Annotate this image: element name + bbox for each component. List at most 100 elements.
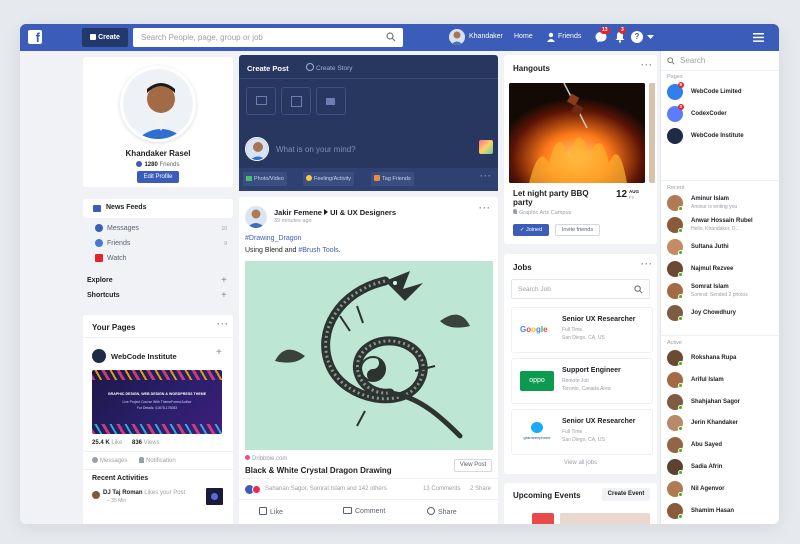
shares-count[interactable]: 2 Share: [470, 486, 491, 492]
help-icon[interactable]: ?: [631, 31, 643, 43]
page-messages-link[interactable]: Messages: [92, 457, 127, 464]
post-body-tag[interactable]: #Brush Tools.: [298, 247, 340, 254]
comments-count[interactable]: 13 Comments: [423, 486, 460, 492]
sidebar-page-item[interactable]: WebCode Institute: [667, 128, 777, 146]
edit-profile-button[interactable]: Edit Profile: [137, 171, 179, 183]
sidebar-item-friends[interactable]: Friends: [95, 239, 130, 247]
color-palette-icon[interactable]: [479, 140, 493, 154]
recent-activity-avatar[interactable]: [92, 491, 100, 499]
jobs-more-icon[interactable]: ···: [641, 259, 653, 269]
sidebar-item-messages[interactable]: Messages: [95, 224, 139, 232]
active-contact-item[interactable]: Sadia Afrin: [667, 459, 777, 477]
home-link[interactable]: Home: [514, 33, 533, 40]
friends-link[interactable]: Friends: [558, 33, 581, 40]
job-listing[interactable]: Google Senior UX Researcher Full Time Sa…: [511, 307, 653, 353]
search-icon[interactable]: [386, 32, 396, 42]
post-author-name[interactable]: Jakir Femene: [274, 208, 322, 217]
explore-add-icon[interactable]: +: [221, 275, 227, 286]
user-name-link[interactable]: Khandaker: [469, 33, 503, 40]
news-feeds-item[interactable]: News Feeds: [83, 199, 233, 218]
active-contact-item[interactable]: Rokshana Rupa: [667, 350, 777, 368]
invite-friends-button[interactable]: Invite friends: [555, 224, 600, 236]
post-hashtag[interactable]: #Drawing_Dragon: [245, 235, 301, 242]
create-story-tab[interactable]: Create Story: [306, 63, 353, 72]
comment-button[interactable]: Comment: [343, 507, 385, 515]
post-group-name[interactable]: UI & UX Designers: [330, 208, 396, 217]
active-contact-item[interactable]: Shamim Hasan: [667, 502, 777, 521]
link-title[interactable]: Black & White Crystal Dragon Drawing: [245, 466, 392, 475]
composer-avatar[interactable]: [245, 137, 269, 161]
event-image[interactable]: [509, 83, 645, 183]
active-contact-item[interactable]: Jerin Khandaker: [667, 415, 777, 433]
sidebar-page-item[interactable]: 3 CodexCoder: [667, 104, 777, 124]
event-title-line2[interactable]: party: [513, 198, 533, 207]
post-author-avatar[interactable]: [245, 206, 267, 228]
people-icon: [136, 161, 143, 167]
share-button[interactable]: Share: [427, 507, 457, 516]
composer-more-icon[interactable]: ···: [480, 171, 492, 181]
sidebar-search-input[interactable]: Search: [661, 51, 779, 71]
event-thumbnail[interactable]: [560, 513, 650, 524]
profile-avatar[interactable]: [120, 66, 196, 142]
job-search-icon[interactable]: [634, 285, 643, 294]
active-contact-item[interactable]: Ariful Islam: [667, 371, 777, 390]
facebook-logo-icon[interactable]: f: [28, 30, 42, 44]
recent-contact-item[interactable]: Anwar Hossain Rubel Hello, Khandaker, D..…: [667, 217, 777, 235]
shortcuts-section[interactable]: Shortcuts: [87, 292, 120, 299]
hamburger-menu-icon[interactable]: [753, 33, 764, 42]
recent-contact-item[interactable]: Joy Chowdhury: [667, 305, 777, 323]
more-options-icon[interactable]: ···: [217, 319, 229, 329]
sidebar-item-watch[interactable]: Watch: [95, 254, 127, 262]
post-composer-input[interactable]: What is on your mind?: [276, 145, 356, 154]
photo-video-button[interactable]: Photo/Video: [243, 172, 287, 186]
recent-activity-thumbnail[interactable]: [206, 488, 223, 505]
page-notifications-link[interactable]: Notification: [139, 457, 176, 464]
page-avatar[interactable]: [92, 349, 106, 363]
dropdown-caret-icon[interactable]: [647, 35, 654, 40]
photo-placeholder-icon[interactable]: [246, 87, 276, 115]
grid-placeholder-icon[interactable]: [281, 87, 311, 115]
page-name[interactable]: WebCode Institute: [111, 352, 177, 361]
shortcuts-add-icon[interactable]: +: [221, 290, 227, 301]
feeling-activity-button[interactable]: Feeling/Activity: [303, 172, 354, 186]
recent-contact-item[interactable]: Najmul Rezvee: [667, 261, 777, 279]
event-title-line1[interactable]: Let night party BBQ: [513, 189, 589, 198]
post-dragon-image[interactable]: [245, 261, 493, 450]
joined-button[interactable]: ✓ Joined: [513, 224, 549, 236]
view-post-button[interactable]: View Post: [454, 459, 492, 472]
comment-label: Comment: [355, 508, 386, 515]
link-source[interactable]: Dribbble.com: [245, 455, 287, 462]
create-event-button[interactable]: Create Event: [602, 488, 650, 501]
page-avatar[interactable]: [667, 128, 683, 144]
profile-name[interactable]: Khandaker Rasel: [83, 149, 233, 158]
recent-contact-item[interactable]: Sultana Juthi: [667, 239, 777, 257]
user-avatar[interactable]: [449, 29, 465, 45]
event-thumbnail[interactable]: [532, 513, 554, 524]
job-listing[interactable]: grameenphone Senior UX Researcher Full T…: [511, 409, 653, 455]
grameenphone-wordmark: grameenphone: [523, 435, 551, 440]
hangouts-more-icon[interactable]: ···: [641, 60, 653, 70]
job-search-input[interactable]: Search Job: [511, 279, 650, 299]
recent-contact-item[interactable]: Aminur Islam Aminur is writing you: [667, 195, 777, 213]
active-contact-item[interactable]: Abu Sayed: [667, 437, 777, 455]
create-event-label: Create Event: [607, 491, 645, 497]
like-button[interactable]: Like: [259, 507, 283, 516]
page-banner-image[interactable]: GRAPHIC DESIGN, WEB DESIGN & WORDPRESS T…: [92, 370, 222, 434]
video-placeholder-icon[interactable]: [316, 87, 346, 115]
active-contact-item[interactable]: Shahjahan Sagor: [667, 393, 777, 412]
page-add-icon[interactable]: +: [216, 347, 222, 358]
sidebar-page-item[interactable]: 8 WebCode Limited: [667, 82, 777, 102]
view-all-jobs-link[interactable]: View all jobs: [504, 460, 657, 466]
explore-section[interactable]: Explore: [87, 277, 113, 284]
recent-activity-item[interactable]: DJ Taj Roman Likes your Post: [103, 490, 185, 496]
post-timestamp[interactable]: 39 minutes ago: [274, 218, 312, 224]
create-button[interactable]: Create: [82, 28, 128, 47]
job-listing[interactable]: oppo Support Engineer Remote Job Toronto…: [511, 358, 653, 404]
post-more-options-icon[interactable]: ···: [479, 203, 491, 213]
tab-create-post[interactable]: Create Post: [247, 64, 289, 73]
active-contact-item[interactable]: Nil Agenvor: [667, 480, 777, 499]
reactions-summary[interactable]: Sahanan Sagor, Somrat Islam and 142 othe…: [265, 486, 387, 492]
tag-friends-button[interactable]: Tag Friends: [371, 172, 414, 186]
recent-contact-item[interactable]: Somrat Islam Somrat: Sended 2 photos: [667, 283, 777, 301]
search-input[interactable]: Search People, page, group or job: [133, 28, 403, 47]
